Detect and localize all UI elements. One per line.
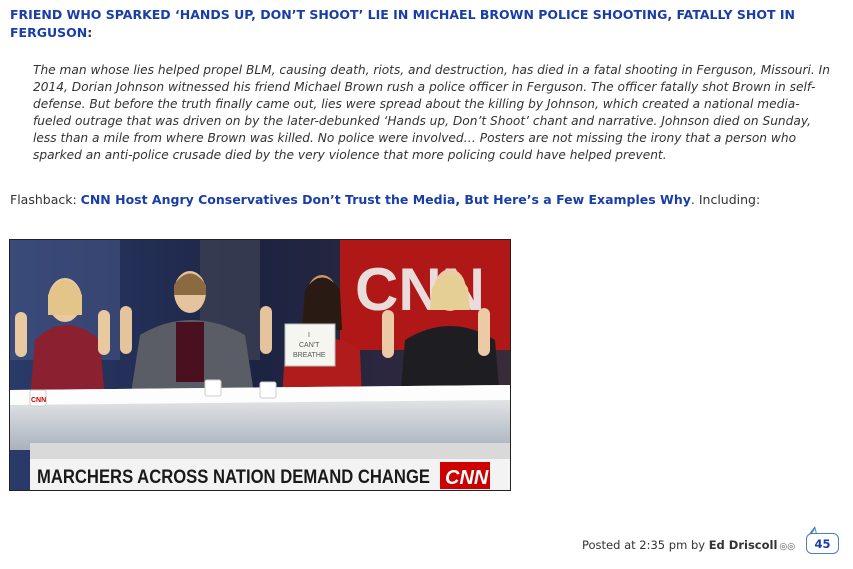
- glasses-icon: ◎◎: [779, 542, 796, 552]
- flashback-paragraph: Flashback: CNN Host Angry Conservatives …: [10, 191, 810, 208]
- blockquote: The man whose lies helped propel BLM, ca…: [33, 62, 833, 164]
- author-name[interactable]: Ed Driscoll: [709, 538, 778, 552]
- sign-line-2: CAN'T: [299, 342, 320, 349]
- cnn-screenshot-image: CNN I CAN'T BREATHE CNN MARCHERS ACROSS …: [9, 239, 511, 491]
- quote-text: The man whose lies helped propel BLM, ca…: [33, 63, 830, 162]
- flashback-link[interactable]: CNN Host Angry Conservatives Don’t Trust…: [81, 192, 691, 207]
- headline-suffix: :: [87, 25, 93, 40]
- chyron-text: MARCHERS ACROSS NATION DEMAND CHANGE: [37, 467, 430, 488]
- cnn-logo: CNN: [445, 467, 489, 489]
- sign-line-1: I: [308, 332, 310, 339]
- flashback-suffix: . Including:: [690, 192, 761, 207]
- post-footer: Posted at 2:35 pm by Ed Driscoll ◎◎: [582, 538, 795, 554]
- headline-link[interactable]: FRIEND WHO SPARKED ‘HANDS UP, DON’T SHOO…: [10, 7, 795, 40]
- posted-meta: Posted at 2:35 pm by: [582, 538, 709, 552]
- mug-logo: CNN: [31, 397, 46, 404]
- comment-count: 45: [814, 536, 831, 551]
- post-headline: FRIEND WHO SPARKED ‘HANDS UP, DON’T SHOO…: [10, 6, 810, 42]
- sign-line-3: BREATHE: [293, 352, 326, 359]
- flashback-prefix: Flashback:: [10, 192, 81, 207]
- comment-count-button[interactable]: 45: [806, 533, 839, 554]
